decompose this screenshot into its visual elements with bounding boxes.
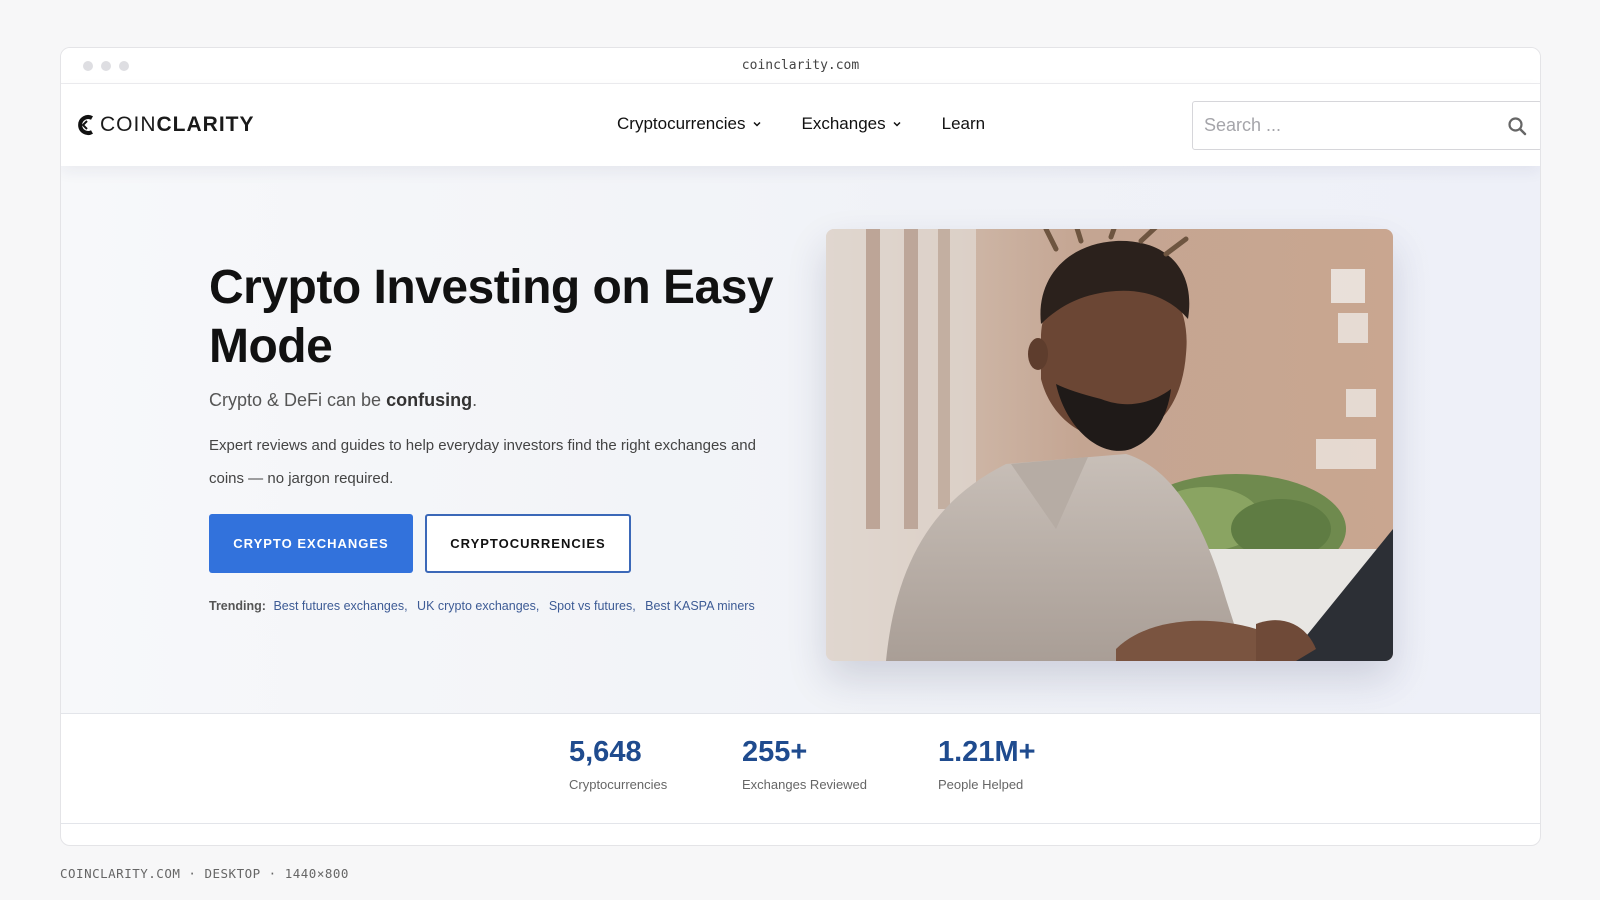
stat-value: 1.21M+ bbox=[938, 736, 1036, 768]
hero-photo bbox=[826, 229, 1393, 661]
nav-exchanges-label: Exchanges bbox=[801, 114, 886, 133]
nav-learn[interactable]: Learn bbox=[942, 114, 985, 134]
main-menu: Cryptocurrencies Exchanges Learn bbox=[617, 114, 985, 134]
hero-section: Crypto Investing on Easy Mode Crypto & D… bbox=[61, 166, 1540, 714]
stat-exchanges-reviewed: 255+ Exchanges Reviewed bbox=[742, 736, 867, 792]
chevron-down-icon bbox=[893, 121, 901, 127]
stat-label: People Helped bbox=[938, 777, 1024, 792]
stat-people-helped: 1.21M+ People Helped bbox=[938, 736, 1036, 792]
search-box bbox=[1192, 101, 1540, 150]
hero-subtitle: Crypto & DeFi can be confusing. bbox=[209, 390, 478, 410]
nav-cryptocurrencies[interactable]: Cryptocurrencies bbox=[617, 114, 762, 134]
nav-learn-label: Learn bbox=[941, 114, 986, 133]
stat-value: 255+ bbox=[742, 736, 808, 768]
stat-label: Exchanges Reviewed bbox=[742, 777, 868, 792]
trending-link-futures-exchanges[interactable]: Best futures exchanges bbox=[273, 599, 404, 613]
crypto-exchanges-button[interactable]: CRYPTO EXCHANGES bbox=[209, 514, 413, 573]
hero-description: Expert reviews and guides to help everyd… bbox=[209, 437, 756, 487]
browser-chrome: coinclarity.com bbox=[61, 48, 1540, 84]
hero-title: Crypto Investing on Easy Mode bbox=[209, 261, 774, 373]
stat-value: 5,648 bbox=[569, 736, 642, 768]
stats-bar: 5,648 Cryptocurrencies 255+ Exchanges Re… bbox=[61, 714, 1540, 824]
site-logo[interactable]: COINCLARITY bbox=[77, 113, 255, 137]
site-header: COINCLARITY Cryptocurrencies Exchanges L… bbox=[61, 84, 1540, 166]
stat-label: Cryptocurrencies bbox=[569, 777, 668, 792]
separator: , bbox=[535, 599, 540, 613]
logo-wordmark: COINCLARITY bbox=[100, 113, 255, 136]
browser-window: coinclarity.com COINCLARITY Cryptocurren… bbox=[60, 47, 1541, 846]
search-input[interactable] bbox=[1193, 102, 1483, 149]
search-icon[interactable] bbox=[1507, 116, 1527, 136]
screenshot-caption: COINCLARITY.COM · DESKTOP · 1440×800 bbox=[60, 866, 349, 881]
chevron-down-icon bbox=[752, 121, 761, 127]
trending-link-kaspa-miners[interactable]: Best KASPA miners bbox=[645, 599, 755, 613]
nav-exchanges[interactable]: Exchanges bbox=[802, 114, 902, 134]
address-bar-url[interactable]: coinclarity.com bbox=[61, 58, 1540, 73]
hero-photo-illustration bbox=[826, 229, 1393, 661]
separator: , bbox=[632, 599, 636, 613]
trending-link-uk-exchanges[interactable]: UK crypto exchanges bbox=[417, 599, 536, 613]
cryptocurrencies-button[interactable]: CRYPTOCURRENCIES bbox=[425, 514, 631, 573]
coinclarity-logo-icon bbox=[78, 115, 93, 135]
separator: , bbox=[404, 599, 408, 613]
trending-label: Trending: bbox=[209, 599, 266, 613]
nav-cryptocurrencies-label: Cryptocurrencies bbox=[617, 114, 746, 133]
trending-links: Trending: Best futures exchanges, UK cry… bbox=[209, 599, 755, 613]
stat-cryptocurrencies: 5,648 Cryptocurrencies bbox=[569, 736, 667, 792]
trending-link-spot-vs-futures[interactable]: Spot vs futures bbox=[549, 599, 632, 613]
